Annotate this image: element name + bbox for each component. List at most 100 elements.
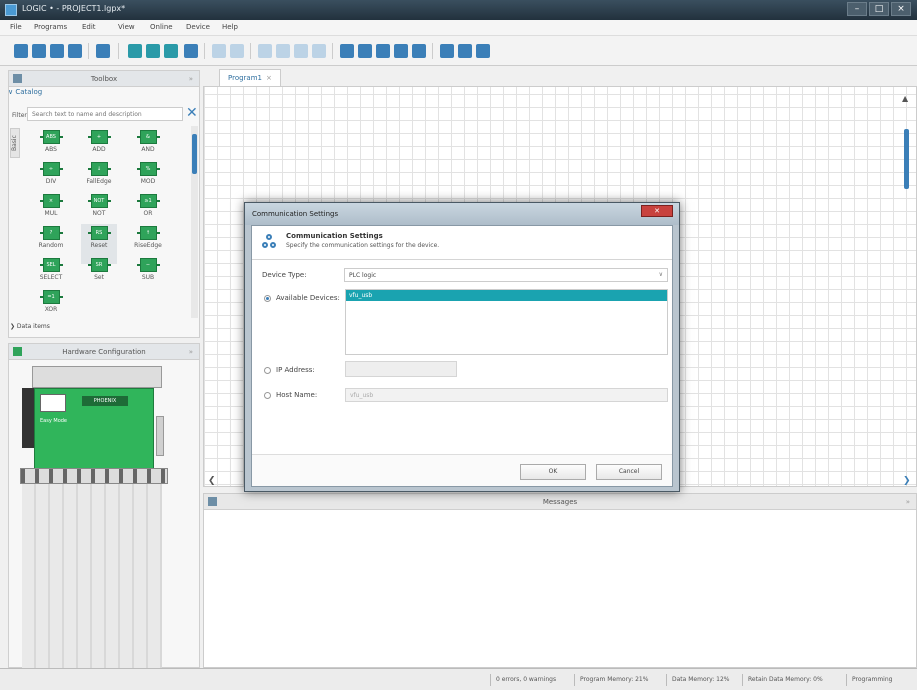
- zoom-fit-icon[interactable]: [294, 44, 308, 58]
- device-label: Easy Mode: [40, 418, 67, 424]
- terminal-rail: [20, 468, 168, 484]
- ip-address-radio[interactable]: [264, 367, 271, 374]
- ip-address-field[interactable]: [345, 361, 457, 377]
- clear-filter-icon[interactable]: ✕: [186, 106, 198, 120]
- data-items-section[interactable]: ❯ Data items: [10, 323, 50, 330]
- undo-icon[interactable]: [212, 44, 226, 58]
- dialog-title-bar[interactable]: Communication Settings ✕: [245, 203, 679, 225]
- add-function-icon[interactable]: [146, 44, 160, 58]
- scroll-up-icon[interactable]: ▲: [902, 94, 908, 103]
- select-block-icon: SEL: [39, 258, 63, 272]
- device-terminals: [32, 366, 162, 388]
- set-block-icon: SR: [87, 258, 111, 272]
- toolbox-scroll-thumb[interactable]: [192, 134, 197, 174]
- basic-category-tab[interactable]: Basic: [10, 128, 20, 158]
- block-label: MUL: [44, 210, 58, 217]
- din-rails: [22, 484, 162, 668]
- available-devices-list[interactable]: vfu_usb: [345, 289, 668, 355]
- toolbox-scrollbar[interactable]: [191, 126, 198, 318]
- block-label: OR: [143, 210, 153, 217]
- redo-icon[interactable]: [230, 44, 244, 58]
- network-icon: [262, 234, 276, 250]
- dialog-header-title: Communication Settings: [286, 232, 383, 240]
- available-devices-radio[interactable]: [264, 295, 271, 302]
- open-folder-icon[interactable]: [32, 44, 46, 58]
- save-icon[interactable]: [50, 44, 64, 58]
- toolbox-pin-icon[interactable]: »: [189, 71, 193, 87]
- text-icon[interactable]: [394, 44, 408, 58]
- chevron-down-icon: ∨: [658, 271, 663, 278]
- scroll-left-icon[interactable]: ❮: [208, 476, 216, 486]
- and-block-icon: &: [136, 130, 160, 144]
- monitor-icon[interactable]: [376, 44, 390, 58]
- connect-icon[interactable]: [340, 44, 354, 58]
- search-device-icon[interactable]: [358, 44, 372, 58]
- dialog-content: Communication Settings Specify the commu…: [251, 225, 673, 487]
- add-block-icon[interactable]: [164, 44, 178, 58]
- menu-online[interactable]: Online: [150, 23, 173, 31]
- catalog-section[interactable]: ∨ Catalog: [8, 88, 42, 96]
- toolbox-header: Toolbox »: [9, 71, 199, 87]
- div-block-icon: ÷: [39, 162, 63, 176]
- status-data-memory: Data Memory: 12%: [666, 674, 729, 686]
- device-type-select[interactable]: PLC logic ∨: [344, 268, 668, 282]
- menu-help[interactable]: Help: [222, 23, 238, 31]
- minimize-button[interactable]: –: [847, 2, 867, 16]
- save-all-icon[interactable]: [68, 44, 82, 58]
- editor-scroll-thumb[interactable]: [904, 129, 909, 189]
- block-label: DIV: [45, 178, 57, 185]
- block-label: XOR: [44, 306, 58, 313]
- dialog-close-button[interactable]: ✕: [641, 205, 673, 217]
- or-block-icon: ≥1: [136, 194, 160, 208]
- plc-device-image[interactable]: PHOENIX Easy Mode: [22, 366, 182, 484]
- menu-programs[interactable]: Programs: [34, 23, 67, 31]
- host-name-field[interactable]: vfu_usb: [345, 388, 668, 402]
- hardware-pin-icon[interactable]: »: [189, 344, 193, 360]
- status-mode: Programming: [846, 674, 892, 686]
- scroll-right-icon[interactable]: ❯: [903, 476, 911, 486]
- block-label: Reset: [90, 242, 108, 249]
- add-program-icon[interactable]: [128, 44, 142, 58]
- hardware-icon: [13, 347, 22, 356]
- available-devices-label: Available Devices:: [276, 294, 340, 302]
- ok-button[interactable]: OK: [520, 464, 586, 480]
- print-icon[interactable]: [96, 44, 110, 58]
- maximize-button[interactable]: □: [869, 2, 889, 16]
- grid-icon[interactable]: [184, 44, 198, 58]
- block-label: RiseEdge: [134, 242, 162, 249]
- block-sub[interactable]: − SUB: [130, 256, 166, 296]
- zoom-out-icon[interactable]: [276, 44, 290, 58]
- block-set[interactable]: SR Set: [81, 256, 117, 296]
- app-icon: [5, 4, 17, 16]
- riseedge-block-icon: ↑: [136, 226, 160, 240]
- cancel-button[interactable]: Cancel: [596, 464, 662, 480]
- download-icon[interactable]: [440, 44, 454, 58]
- menu-view[interactable]: View: [118, 23, 135, 31]
- menu-device[interactable]: Device: [186, 23, 210, 31]
- status-errors[interactable]: 0 errors, 0 warnings: [490, 674, 556, 686]
- menu-edit[interactable]: Edit: [82, 23, 96, 31]
- zoom-reset-icon[interactable]: [312, 44, 326, 58]
- messages-pin-icon[interactable]: »: [906, 494, 910, 510]
- communication-settings-dialog: Communication Settings ✕ Communication S…: [244, 202, 680, 492]
- messages-panel: Messages »: [203, 493, 917, 668]
- host-name-radio[interactable]: [264, 392, 271, 399]
- compare-icon[interactable]: [476, 44, 490, 58]
- menu-file[interactable]: File: [10, 23, 22, 31]
- zoom-in-icon[interactable]: [258, 44, 272, 58]
- upload-icon[interactable]: [458, 44, 472, 58]
- device-display: [40, 394, 66, 412]
- new-project-icon[interactable]: [14, 44, 28, 58]
- block-xor[interactable]: =1 XOR: [33, 288, 69, 328]
- dialog-footer: OK Cancel: [252, 454, 672, 486]
- settings-icon[interactable]: [412, 44, 426, 58]
- editor-scrollbar[interactable]: [901, 87, 913, 482]
- block-label: SELECT: [39, 274, 63, 281]
- list-item[interactable]: vfu_usb: [346, 290, 667, 301]
- tab-close-icon[interactable]: ×: [266, 74, 272, 82]
- falledge-block-icon: ↓: [87, 162, 111, 176]
- toolbox-icon: [13, 74, 22, 83]
- close-window-button[interactable]: ×: [891, 2, 911, 16]
- tab-program1[interactable]: Program1 ×: [219, 69, 281, 86]
- filter-input[interactable]: [27, 107, 183, 121]
